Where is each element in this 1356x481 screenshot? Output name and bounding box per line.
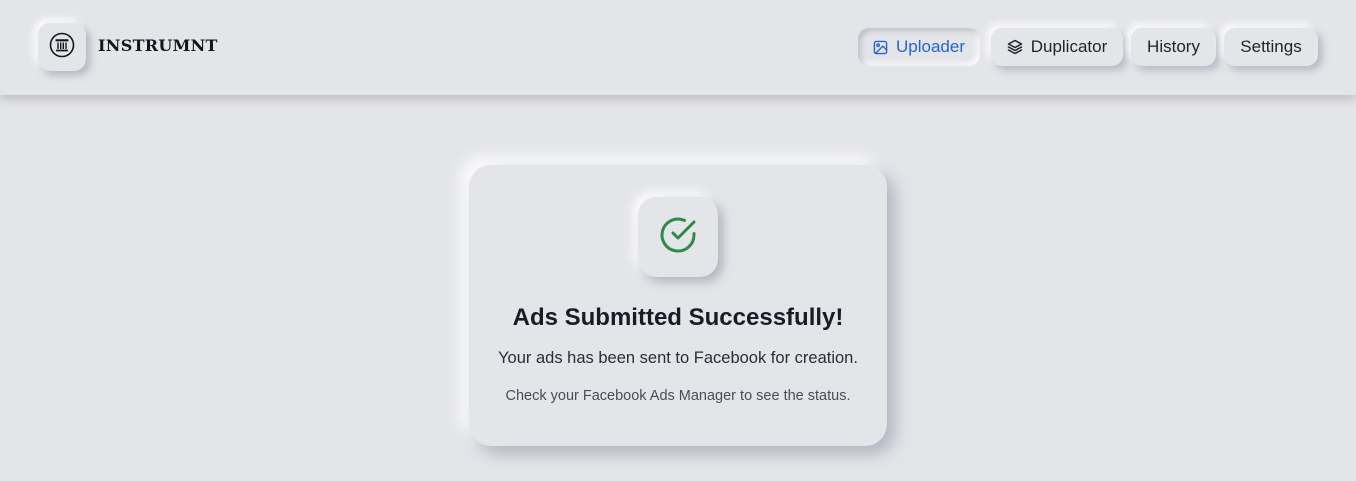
nav-settings[interactable]: Settings xyxy=(1224,28,1318,66)
success-message: Your ads has been sent to Facebook for c… xyxy=(498,349,858,367)
pillar-logo-icon xyxy=(49,32,75,63)
layers-icon xyxy=(1007,39,1023,55)
success-title: Ads Submitted Successfully! xyxy=(512,304,844,331)
nav-uploader[interactable]: Uploader xyxy=(858,28,980,66)
success-icon-container xyxy=(638,197,718,277)
nav-uploader-label: Uploader xyxy=(896,37,965,56)
success-subtext: Check your Facebook Ads Manager to see t… xyxy=(505,388,851,404)
image-upload-icon xyxy=(873,40,888,55)
nav-duplicator[interactable]: Duplicator xyxy=(991,28,1123,66)
nav-history[interactable]: History xyxy=(1131,28,1216,66)
logo-button[interactable] xyxy=(38,23,86,71)
brand-name: INSTRUMNT xyxy=(98,36,218,55)
success-card: Ads Submitted Successfully! Your ads has… xyxy=(469,165,887,446)
nav-history-label: History xyxy=(1147,37,1200,56)
nav-duplicator-label: Duplicator xyxy=(1030,37,1108,56)
app-header: INSTRUMNT Uploader Duplicator History Se… xyxy=(0,0,1356,95)
check-circle-icon xyxy=(658,215,698,260)
nav-settings-label: Settings xyxy=(1240,37,1302,56)
